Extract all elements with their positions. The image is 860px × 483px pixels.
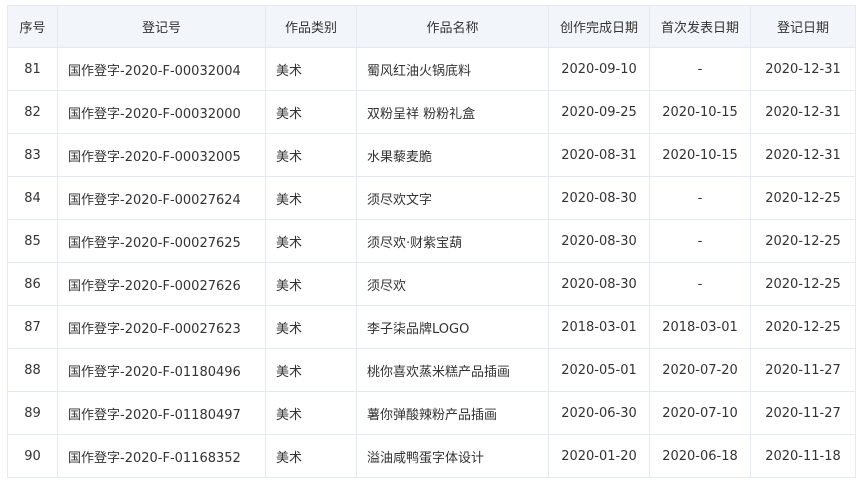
- table-row: 89 国作登字-2020-F-01180497 美术 薯你弹酸辣粉产品插画 20…: [7, 391, 856, 435]
- cell-serial-number: 88: [7, 348, 58, 392]
- copyright-registration-table: 序号 登记号 作品类别 作品名称 创作完成日期 首次发表日期 登记日期 81 国…: [7, 5, 856, 478]
- cell-registration-number: 国作登字-2020-F-01180496: [57, 348, 266, 392]
- header-work-category: 作品类别: [265, 5, 357, 48]
- cell-work-category: 美术: [265, 47, 357, 91]
- cell-first-publication-date: 2020-10-15: [649, 90, 751, 134]
- cell-creation-date: 2020-06-30: [548, 391, 650, 435]
- cell-first-publication-date: 2020-07-20: [649, 348, 751, 392]
- cell-first-publication-date: 2018-03-01: [649, 305, 751, 349]
- cell-work-category: 美术: [265, 176, 357, 220]
- cell-serial-number: 86: [7, 262, 58, 306]
- cell-creation-date: 2020-09-10: [548, 47, 650, 91]
- cell-work-name: 水果藜麦脆: [356, 133, 549, 177]
- cell-serial-number: 89: [7, 391, 58, 435]
- cell-serial-number: 84: [7, 176, 58, 220]
- table-row: 90 国作登字-2020-F-01168352 美术 溢油咸鸭蛋字体设计 202…: [7, 434, 856, 478]
- cell-registration-number: 国作登字-2020-F-00027624: [57, 176, 266, 220]
- cell-creation-date: 2020-01-20: [548, 434, 650, 478]
- cell-work-name: 蜀风红油火锅底料: [356, 47, 549, 91]
- header-work-name: 作品名称: [356, 5, 549, 48]
- cell-registration-date: 2020-11-27: [750, 391, 856, 435]
- cell-registration-date: 2020-12-25: [750, 262, 856, 306]
- table-row: 81 国作登字-2020-F-00032004 美术 蜀风红油火锅底料 2020…: [7, 47, 856, 91]
- cell-serial-number: 82: [7, 90, 58, 134]
- cell-work-name: 须尽欢文字: [356, 176, 549, 220]
- cell-registration-date: 2020-12-25: [750, 176, 856, 220]
- cell-serial-number: 90: [7, 434, 58, 478]
- cell-serial-number: 85: [7, 219, 58, 263]
- cell-work-category: 美术: [265, 219, 357, 263]
- cell-work-name: 须尽欢·财紫宝葫: [356, 219, 549, 263]
- cell-work-category: 美术: [265, 262, 357, 306]
- table-row: 82 国作登字-2020-F-00032000 美术 双粉呈祥 粉粉礼盒 202…: [7, 90, 856, 134]
- cell-work-category: 美术: [265, 348, 357, 392]
- cell-registration-date: 2020-12-25: [750, 219, 856, 263]
- table-row: 87 国作登字-2020-F-00027623 美术 李子柒品牌LOGO 201…: [7, 305, 856, 349]
- table-row: 86 国作登字-2020-F-00027626 美术 须尽欢 2020-08-3…: [7, 262, 856, 306]
- cell-registration-date: 2020-12-31: [750, 47, 856, 91]
- cell-registration-number: 国作登字-2020-F-00027626: [57, 262, 266, 306]
- cell-registration-date: 2020-11-18: [750, 434, 856, 478]
- cell-registration-number: 国作登字-2020-F-01180497: [57, 391, 266, 435]
- cell-work-category: 美术: [265, 434, 357, 478]
- table-header-row: 序号 登记号 作品类别 作品名称 创作完成日期 首次发表日期 登记日期: [7, 5, 856, 48]
- cell-registration-number: 国作登字-2020-F-00032005: [57, 133, 266, 177]
- cell-registration-date: 2020-12-25: [750, 305, 856, 349]
- cell-work-category: 美术: [265, 305, 357, 349]
- cell-serial-number: 81: [7, 47, 58, 91]
- cell-creation-date: 2020-08-30: [548, 176, 650, 220]
- cell-registration-number: 国作登字-2020-F-00032004: [57, 47, 266, 91]
- header-first-publication-date: 首次发表日期: [649, 5, 751, 48]
- cell-serial-number: 87: [7, 305, 58, 349]
- cell-first-publication-date: -: [649, 219, 751, 263]
- cell-work-category: 美术: [265, 391, 357, 435]
- cell-registration-number: 国作登字-2020-F-00027623: [57, 305, 266, 349]
- cell-first-publication-date: 2020-07-10: [649, 391, 751, 435]
- cell-creation-date: 2020-08-31: [548, 133, 650, 177]
- cell-creation-date: 2020-09-25: [548, 90, 650, 134]
- cell-work-name: 须尽欢: [356, 262, 549, 306]
- cell-registration-number: 国作登字-2020-F-01168352: [57, 434, 266, 478]
- cell-first-publication-date: -: [649, 262, 751, 306]
- cell-creation-date: 2020-08-30: [548, 262, 650, 306]
- table-row: 88 国作登字-2020-F-01180496 美术 桃你喜欢蒸米糕产品插画 2…: [7, 348, 856, 392]
- copyright-registration-table-container: 序号 登记号 作品类别 作品名称 创作完成日期 首次发表日期 登记日期 81 国…: [7, 5, 856, 478]
- cell-work-name: 薯你弹酸辣粉产品插画: [356, 391, 549, 435]
- header-serial-number: 序号: [7, 5, 58, 48]
- header-registration-date: 登记日期: [750, 5, 856, 48]
- cell-registration-date: 2020-11-27: [750, 348, 856, 392]
- cell-serial-number: 83: [7, 133, 58, 177]
- header-creation-date: 创作完成日期: [548, 5, 650, 48]
- cell-registration-number: 国作登字-2020-F-00027625: [57, 219, 266, 263]
- table-row: 85 国作登字-2020-F-00027625 美术 须尽欢·财紫宝葫 2020…: [7, 219, 856, 263]
- cell-first-publication-date: 2020-06-18: [649, 434, 751, 478]
- cell-first-publication-date: -: [649, 47, 751, 91]
- cell-creation-date: 2018-03-01: [548, 305, 650, 349]
- header-registration-number: 登记号: [57, 5, 266, 48]
- cell-registration-date: 2020-12-31: [750, 133, 856, 177]
- table-row: 84 国作登字-2020-F-00027624 美术 须尽欢文字 2020-08…: [7, 176, 856, 220]
- cell-work-name: 双粉呈祥 粉粉礼盒: [356, 90, 549, 134]
- cell-first-publication-date: -: [649, 176, 751, 220]
- cell-work-category: 美术: [265, 133, 357, 177]
- cell-creation-date: 2020-05-01: [548, 348, 650, 392]
- cell-creation-date: 2020-08-30: [548, 219, 650, 263]
- cell-work-name: 桃你喜欢蒸米糕产品插画: [356, 348, 549, 392]
- table-row: 83 国作登字-2020-F-00032005 美术 水果藜麦脆 2020-08…: [7, 133, 856, 177]
- cell-work-name: 溢油咸鸭蛋字体设计: [356, 434, 549, 478]
- cell-work-name: 李子柒品牌LOGO: [356, 305, 549, 349]
- cell-first-publication-date: 2020-10-15: [649, 133, 751, 177]
- cell-registration-number: 国作登字-2020-F-00032000: [57, 90, 266, 134]
- cell-registration-date: 2020-12-31: [750, 90, 856, 134]
- cell-work-category: 美术: [265, 90, 357, 134]
